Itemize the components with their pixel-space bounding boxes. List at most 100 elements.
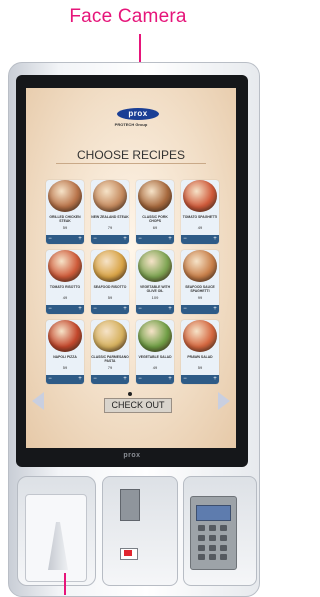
recipe-photo[interactable] — [48, 250, 82, 282]
quantity-stepper: − + — [181, 375, 219, 384]
recipe-photo[interactable] — [183, 320, 217, 352]
recipe-card[interactable]: VEGETABLE WITH OLIVE OIL 109− + — [136, 250, 174, 314]
quantity-stepper: − + — [181, 235, 219, 244]
recipe-price: 109 — [151, 295, 159, 300]
recipe-card[interactable]: CLASSIC PORK CHOPS 69− + — [136, 180, 174, 244]
recipe-card[interactable]: TOMATO RISOTTO 49− + — [46, 250, 84, 314]
page-title: CHOOSE RECIPES — [76, 148, 186, 162]
pin-key[interactable] — [220, 525, 227, 531]
recipe-card[interactable]: PRAWN SALAD 59− + — [181, 320, 219, 384]
increase-quantity-button[interactable]: + — [76, 235, 84, 244]
pin-key[interactable] — [220, 554, 227, 561]
recipe-price: 79 — [107, 365, 113, 370]
recipe-photo[interactable] — [138, 320, 172, 352]
brand-subtitle: PROTECH Group — [114, 122, 148, 127]
recipe-photo[interactable] — [183, 180, 217, 212]
recipe-photo[interactable] — [93, 320, 127, 352]
recipe-name: VEGETABLE WITH OLIVE OIL — [139, 285, 171, 293]
checkout-button[interactable]: CHECK OUT — [104, 398, 172, 413]
decrease-quantity-button[interactable]: − — [46, 235, 54, 244]
recipe-name: CLASSIC PORK CHOPS — [142, 215, 168, 223]
recipe-name: CLASSIC PARMESANO PASTA — [91, 355, 129, 363]
recipe-price: 79 — [107, 225, 113, 230]
increase-quantity-button[interactable]: + — [166, 305, 174, 314]
pin-key[interactable] — [198, 554, 205, 561]
increase-quantity-button[interactable]: + — [76, 375, 84, 384]
recipe-price: 59 — [62, 365, 68, 370]
pin-key[interactable] — [209, 534, 216, 541]
brand-logo: prox — [117, 108, 159, 120]
recipe-card[interactable]: VEGETABLE SALAD 49− + — [136, 320, 174, 384]
recipe-card[interactable]: TOMATO SPAGHETTI 49− + — [181, 180, 219, 244]
card-slot-light-icon — [124, 550, 132, 556]
recipe-card[interactable]: SEAFOOD RISOTTO 59− + — [91, 250, 129, 314]
face-camera-label: Face Camera — [69, 6, 187, 27]
recipe-card[interactable]: CLASSIC PARMESANO PASTA 79 − + — [91, 320, 129, 384]
recipe-price: 49 — [197, 225, 203, 230]
decrease-quantity-button[interactable]: − — [136, 305, 144, 314]
decrease-quantity-button[interactable]: − — [91, 305, 99, 314]
pin-key[interactable] — [209, 544, 216, 551]
quantity-stepper: − + — [46, 305, 84, 314]
decrease-quantity-button[interactable]: − — [136, 235, 144, 244]
increase-quantity-button[interactable]: + — [211, 375, 219, 384]
card-reader-module — [102, 476, 178, 586]
recipe-name: NEW ZEALAND STEAK — [91, 215, 129, 219]
recipe-price: 99 — [197, 295, 203, 300]
next-page-arrow-icon[interactable] — [218, 392, 230, 410]
pin-key[interactable] — [209, 554, 216, 561]
quantity-stepper: − + — [136, 305, 174, 314]
face-camera-pointer — [139, 34, 141, 64]
decrease-quantity-button[interactable]: − — [91, 235, 99, 244]
decrease-quantity-button[interactable]: − — [46, 305, 54, 314]
increase-quantity-button[interactable]: + — [211, 235, 219, 244]
recipe-card[interactable]: SEAFOOD SAUCE SPAGHETTI 99− + — [181, 250, 219, 314]
decrease-quantity-button[interactable]: − — [136, 375, 144, 384]
decrease-quantity-button[interactable]: − — [181, 305, 189, 314]
pin-key[interactable] — [198, 534, 205, 541]
recipe-name: TOMATO SPAGHETTI — [182, 215, 218, 219]
recipe-name: TOMATO RISOTTO — [49, 285, 81, 289]
page-indicator-dot — [128, 392, 132, 396]
decrease-quantity-button[interactable]: − — [181, 375, 189, 384]
pin-key[interactable] — [198, 544, 205, 551]
increase-quantity-button[interactable]: + — [121, 305, 129, 314]
decrease-quantity-button[interactable]: − — [181, 235, 189, 244]
recipe-photo[interactable] — [93, 180, 127, 212]
recipe-photo[interactable] — [48, 180, 82, 212]
recipe-photo[interactable] — [48, 320, 82, 352]
recipe-photo[interactable] — [183, 250, 217, 282]
recipe-price: 49 — [152, 365, 158, 370]
increase-quantity-button[interactable]: + — [76, 305, 84, 314]
recipe-photo[interactable] — [93, 250, 127, 282]
increase-quantity-button[interactable]: + — [166, 375, 174, 384]
recipe-name: PRAWN SALAD — [187, 355, 213, 359]
recipe-price: 49 — [62, 295, 68, 300]
recipe-price: 59 — [197, 365, 203, 370]
pin-key[interactable] — [198, 525, 205, 531]
recipe-price: 59 — [62, 225, 68, 230]
quantity-stepper: − + — [91, 235, 129, 244]
recipe-grid: GRILLED CHICKEN STEAK 59− + NEW ZEALAND STE… — [46, 180, 219, 384]
prev-page-arrow-icon[interactable] — [32, 392, 44, 410]
recipe-photo[interactable] — [138, 250, 172, 282]
title-divider — [56, 163, 206, 164]
increase-quantity-button[interactable]: + — [121, 235, 129, 244]
increase-quantity-button[interactable]: + — [211, 305, 219, 314]
pin-key[interactable] — [220, 544, 227, 551]
recipe-photo[interactable] — [138, 180, 172, 212]
pin-key[interactable] — [220, 534, 227, 541]
recipe-card[interactable]: GRILLED CHICKEN STEAK 59− + — [46, 180, 84, 244]
quantity-stepper: − + — [136, 235, 174, 244]
increase-quantity-button[interactable]: + — [166, 235, 174, 244]
recipe-card[interactable]: NEW ZEALAND STEAK 79− + — [91, 180, 129, 244]
quantity-stepper: − + — [181, 305, 219, 314]
recipe-name: SEAFOOD SAUCE SPAGHETTI — [185, 285, 215, 293]
increase-quantity-button[interactable]: + — [121, 375, 129, 384]
decrease-quantity-button[interactable]: − — [91, 375, 99, 384]
recipe-name: SEAFOOD RISOTTO — [93, 285, 127, 289]
recipe-card[interactable]: NAPOLI PIZZA 59− + — [46, 320, 84, 384]
card-reader — [120, 489, 140, 521]
pin-key[interactable] — [209, 525, 216, 531]
decrease-quantity-button[interactable]: − — [46, 375, 54, 384]
